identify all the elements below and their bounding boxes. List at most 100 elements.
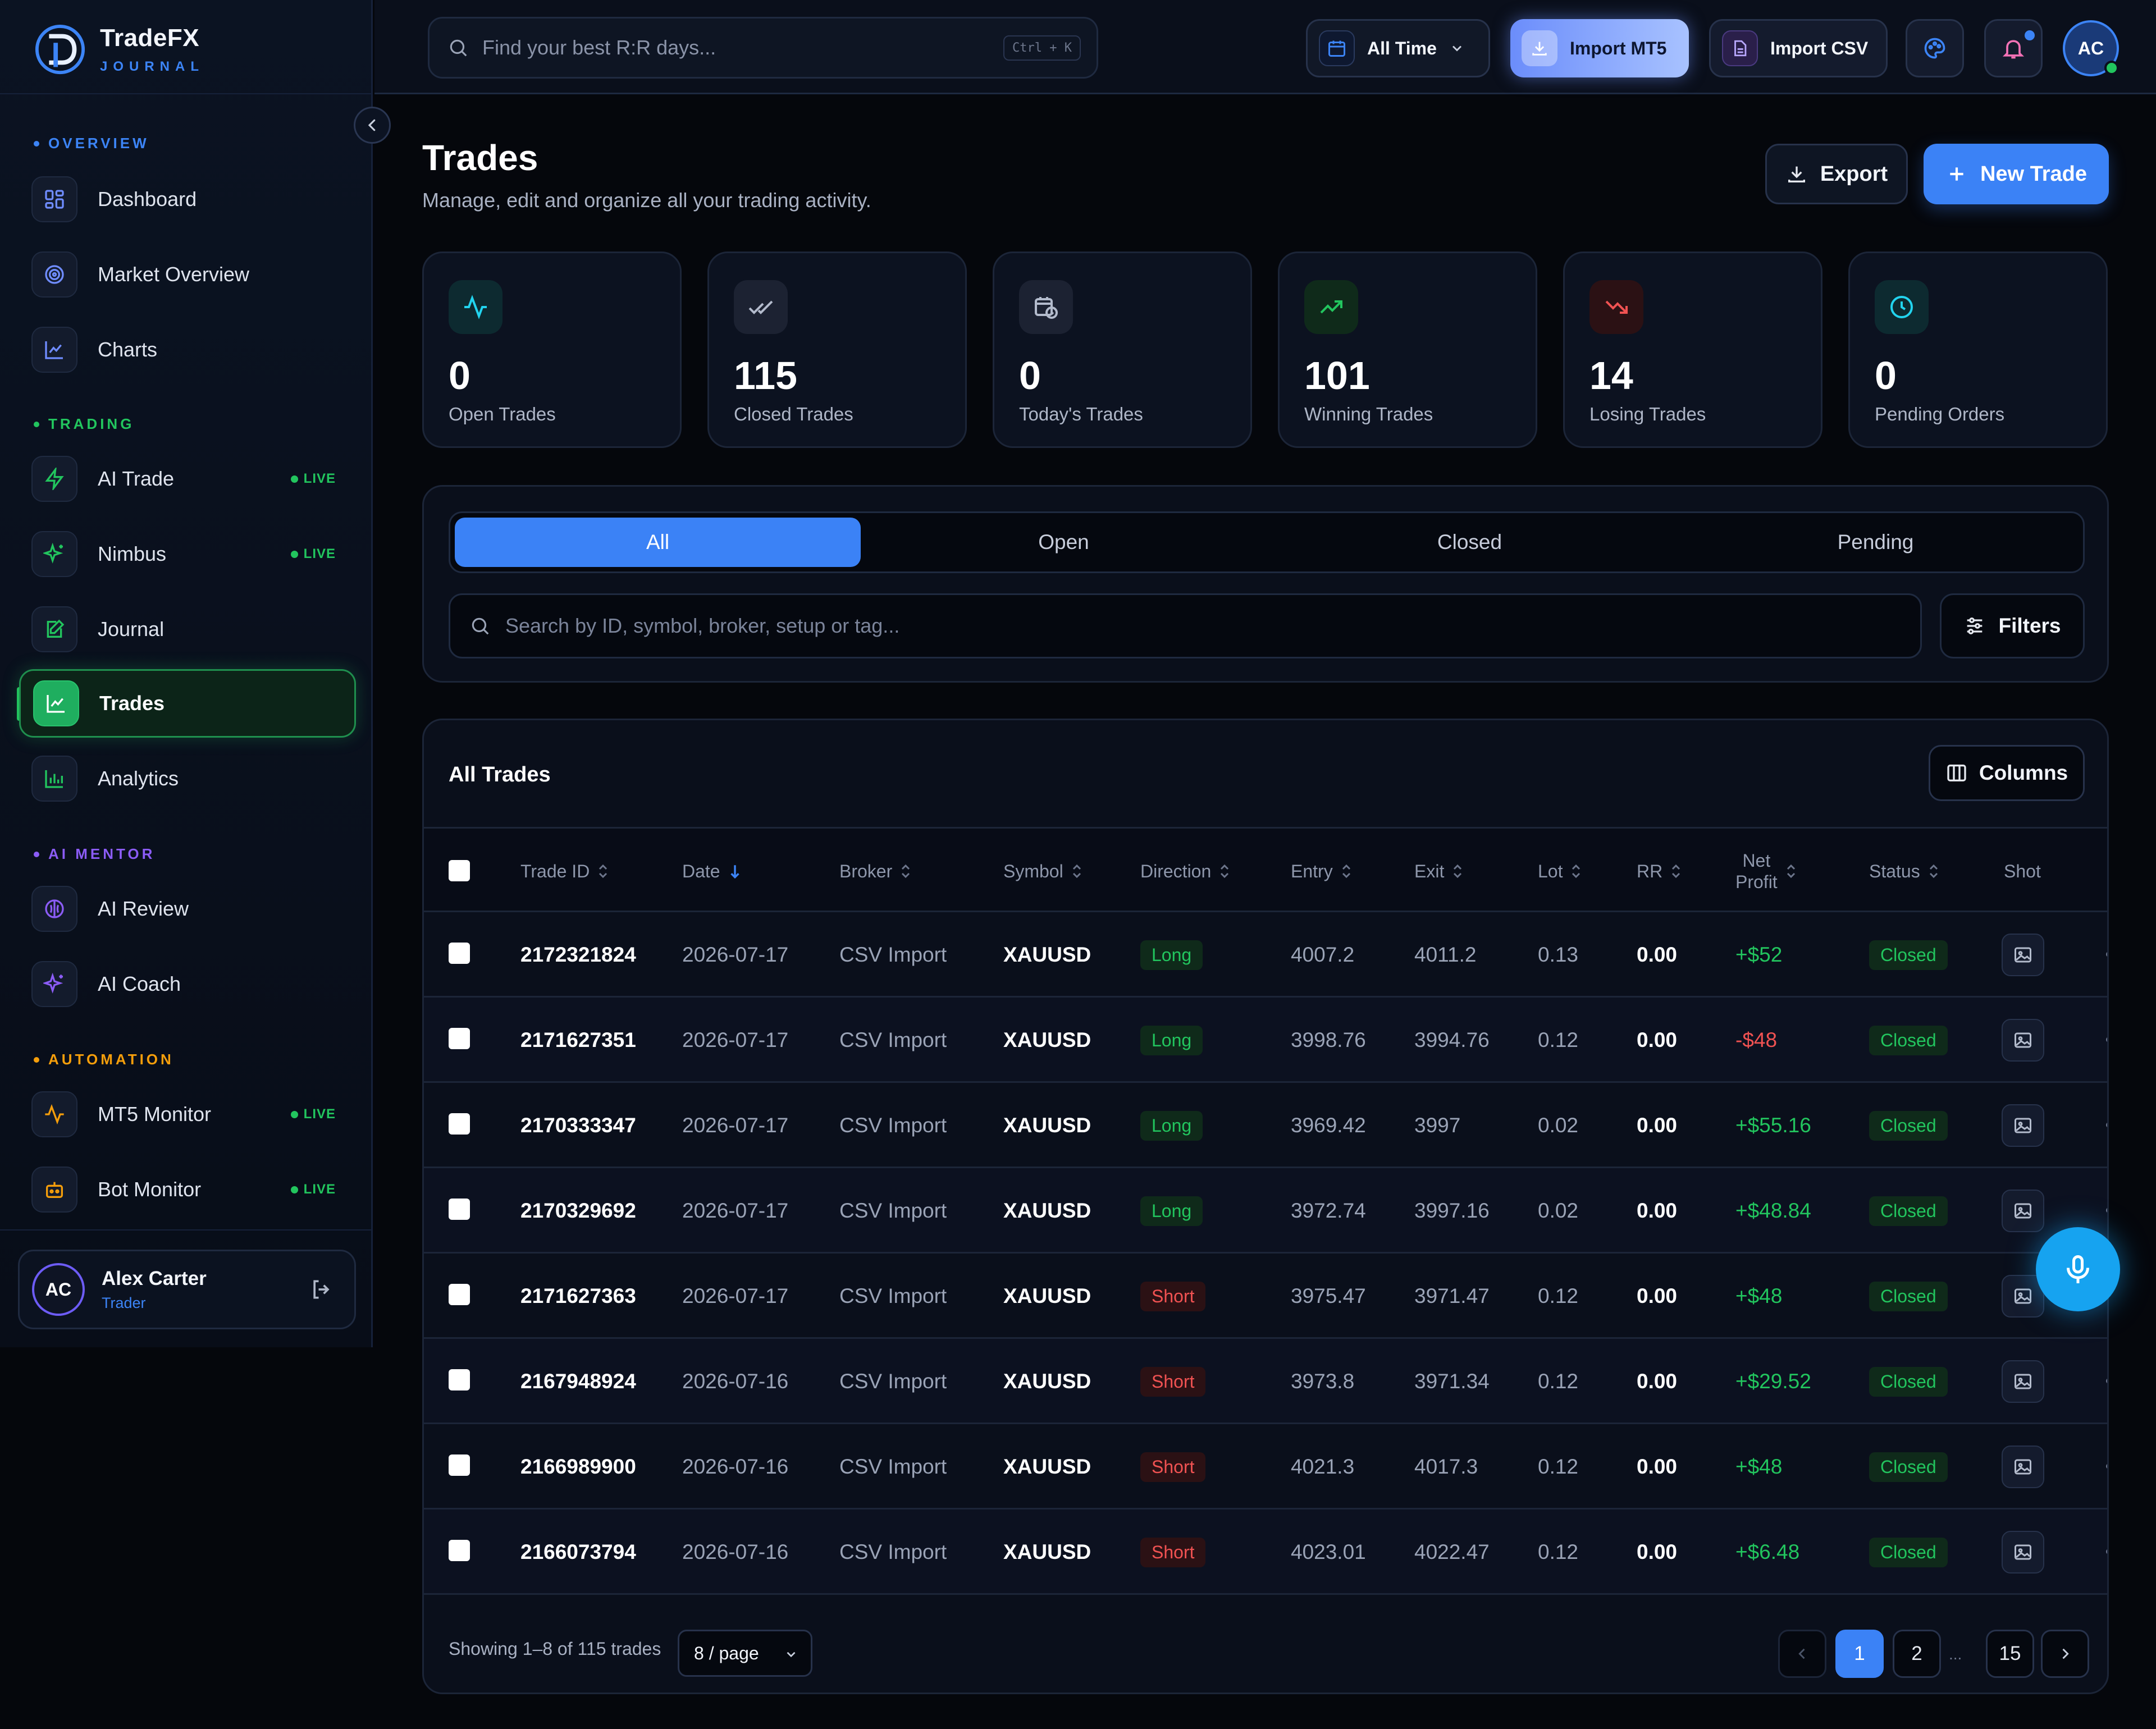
image-icon[interactable]	[2002, 1531, 2044, 1574]
export-label: Export	[1820, 162, 1888, 186]
row-checkbox[interactable]	[449, 1540, 470, 1561]
image-icon[interactable]	[2002, 1446, 2044, 1488]
image-icon[interactable]	[2002, 1104, 2044, 1147]
row-menu-handle[interactable]	[2106, 1378, 2107, 1384]
user-card[interactable]: AC Alex Carter Trader	[18, 1250, 356, 1329]
page-button-1[interactable]: 1	[1835, 1630, 1884, 1678]
columns-button[interactable]: Columns	[1929, 745, 2085, 801]
section-overview: OVERVIEW	[34, 135, 149, 152]
image-icon[interactable]	[2002, 1360, 2044, 1403]
table-body: 2172321824 2026-07-17 CSV Import XAUUSD Long…	[424, 912, 2107, 1613]
cell-date: 2026-07-17	[682, 1199, 789, 1222]
sidebar-item-mt5-monitor[interactable]: MT5 Monitor LIVE	[19, 1080, 356, 1149]
import-csv-button[interactable]: Import CSV	[1709, 19, 1888, 77]
sidebar-item-nimbus[interactable]: Nimbus LIVE	[19, 520, 356, 588]
sidebar-item-ai-trade[interactable]: AI Trade LIVE	[19, 445, 356, 513]
cell-status: Closed	[1869, 1339, 1948, 1424]
stat-value: 0	[1019, 354, 1041, 397]
header-rr[interactable]: RR	[1637, 829, 1682, 914]
table-row[interactable]: 2171627351 2026-07-17 CSV Import XAUUSD Long…	[424, 998, 2107, 1083]
sidebar-item-market-overview[interactable]: Market Overview	[19, 240, 356, 309]
page-button-2[interactable]: 2	[1893, 1630, 1941, 1678]
image-icon[interactable]	[2002, 1019, 2044, 1062]
select-all-checkbox[interactable]	[449, 860, 470, 881]
header-lot[interactable]: Lot	[1538, 829, 1582, 914]
header-date[interactable]: Date	[682, 829, 742, 914]
sidebar-item-dashboard[interactable]: Dashboard	[19, 165, 356, 234]
notifications-button[interactable]	[1984, 19, 2043, 77]
logout-icon[interactable]	[309, 1277, 334, 1302]
row-checkbox[interactable]	[449, 1199, 470, 1220]
table-row[interactable]: 2166073794 2026-07-16 CSV Import XAUUSD Shor…	[424, 1510, 2107, 1595]
sidebar-item-journal[interactable]: Journal	[19, 595, 356, 664]
table-row[interactable]: 2172321824 2026-07-17 CSV Import XAUUSD Long…	[424, 912, 2107, 998]
sidebar-item-charts[interactable]: Charts	[19, 315, 356, 384]
stat-value: 0	[449, 354, 471, 397]
sidebar-item-ai-coach[interactable]: AI Coach	[19, 950, 356, 1018]
prev-page-button[interactable]	[1778, 1630, 1826, 1678]
import-mt5-button[interactable]: Import MT5	[1510, 19, 1689, 77]
header-entry[interactable]: Entry	[1291, 829, 1352, 914]
global-search-input[interactable]: Find your best R:R days... Ctrl + K	[428, 17, 1098, 79]
cell-exit: 4017.3	[1414, 1455, 1478, 1478]
direction-badge: Short	[1140, 1281, 1206, 1311]
header-status[interactable]: Status	[1869, 829, 1939, 914]
image-icon[interactable]	[2002, 1190, 2044, 1232]
stat-label: Winning Trades	[1304, 404, 1433, 424]
row-checkbox[interactable]	[449, 1369, 470, 1390]
trade-search-input[interactable]: Search by ID, symbol, broker, setup or t…	[449, 593, 1922, 658]
sliders-icon	[1967, 618, 1983, 634]
header-symbol[interactable]: Symbol	[1003, 829, 1082, 914]
row-checkbox[interactable]	[449, 943, 470, 964]
per-page-select[interactable]: 8 / page	[678, 1630, 812, 1677]
cell-symbol: XAUUSD	[1003, 943, 1091, 966]
page-button-15[interactable]: 15	[1986, 1630, 2034, 1678]
sidebar-item-bot-monitor[interactable]: Bot Monitor LIVE	[19, 1155, 356, 1224]
tab-pending[interactable]: Pending	[1673, 518, 2079, 567]
row-menu-handle[interactable]	[2106, 952, 2107, 957]
tab-closed[interactable]: Closed	[1267, 518, 1673, 567]
search-icon	[450, 39, 467, 57]
table-row[interactable]: 2170329692 2026-07-17 CSV Import XAUUSD Long…	[424, 1168, 2107, 1254]
header-net-profit[interactable]: Net Profit	[1735, 829, 1797, 914]
sidebar-item-ai-review[interactable]: AI Review	[19, 875, 356, 943]
tab-all[interactable]: All	[455, 518, 861, 567]
sidebar-item-trades[interactable]: Trades	[19, 669, 356, 738]
header-trade-id[interactable]: Trade ID	[520, 829, 609, 914]
collapse-sidebar-button[interactable]	[354, 107, 391, 144]
date-range-select[interactable]: All Time	[1306, 19, 1490, 77]
row-checkbox[interactable]	[449, 1284, 470, 1305]
sidebar-item-analytics[interactable]: Analytics	[19, 744, 356, 813]
tab-open[interactable]: Open	[861, 518, 1267, 567]
row-menu-handle[interactable]	[2106, 1549, 2107, 1554]
row-menu-handle[interactable]	[2106, 1037, 2107, 1042]
table-row[interactable]: 2166989900 2026-07-16 CSV Import XAUUSD Shor…	[424, 1424, 2107, 1510]
row-menu-handle[interactable]	[2106, 1207, 2107, 1213]
cell-trade-id: 2166989900	[520, 1455, 636, 1478]
new-trade-button[interactable]: New Trade	[1924, 144, 2109, 204]
cell-symbol: XAUUSD	[1003, 1028, 1091, 1051]
header-exit[interactable]: Exit	[1414, 829, 1463, 914]
header-direction[interactable]: Direction	[1140, 829, 1230, 914]
table-row[interactable]: 2170333347 2026-07-17 CSV Import XAUUSD Long…	[424, 1083, 2107, 1168]
theme-button[interactable]	[1906, 19, 1964, 77]
table-row[interactable]: 2167948924 2026-07-16 CSV Import XAUUSD Shor…	[424, 1339, 2107, 1424]
header-broker[interactable]: Broker	[839, 829, 911, 914]
row-menu-handle[interactable]	[2106, 1463, 2107, 1469]
row-checkbox[interactable]	[449, 1454, 470, 1476]
palette-icon	[1924, 38, 1945, 59]
voice-assistant-button[interactable]	[2036, 1227, 2120, 1311]
header-label: Broker	[839, 861, 893, 881]
export-button[interactable]: Export	[1765, 144, 1908, 204]
filters-button[interactable]: Filters	[1940, 593, 2085, 658]
direction-badge: Long	[1140, 1196, 1203, 1226]
section-ai-mentor: AI MENTOR	[34, 845, 155, 863]
next-page-button[interactable]	[2041, 1630, 2089, 1678]
brand[interactable]: TradeFX JOURNAL	[34, 16, 204, 83]
table-row[interactable]: 2171627363 2026-07-17 CSV Import XAUUSD Shor…	[424, 1254, 2107, 1339]
row-checkbox[interactable]	[449, 1028, 470, 1049]
image-icon[interactable]	[2002, 934, 2044, 976]
edit-icon	[31, 606, 77, 652]
row-menu-handle[interactable]	[2106, 1122, 2107, 1128]
row-checkbox[interactable]	[449, 1113, 470, 1135]
